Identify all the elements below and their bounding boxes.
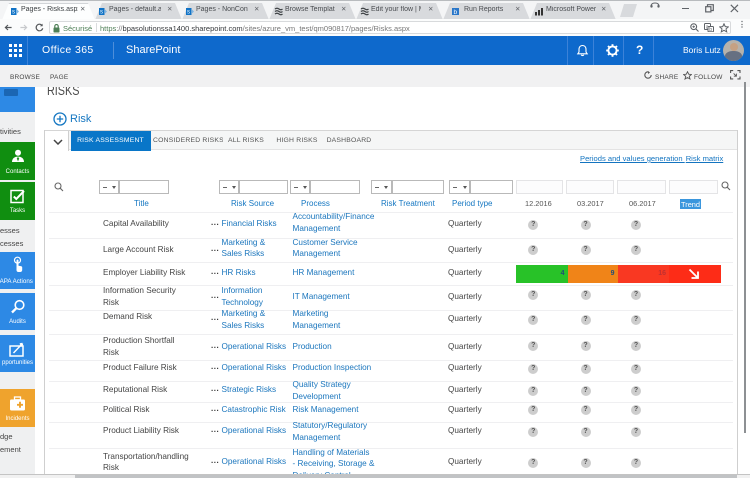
svg-text:b: b <box>454 9 458 16</box>
svg-text:s: s <box>12 10 15 16</box>
svg-text:s: s <box>187 10 190 16</box>
svg-text:s: s <box>100 10 103 16</box>
svg-text:b: b <box>709 27 712 32</box>
